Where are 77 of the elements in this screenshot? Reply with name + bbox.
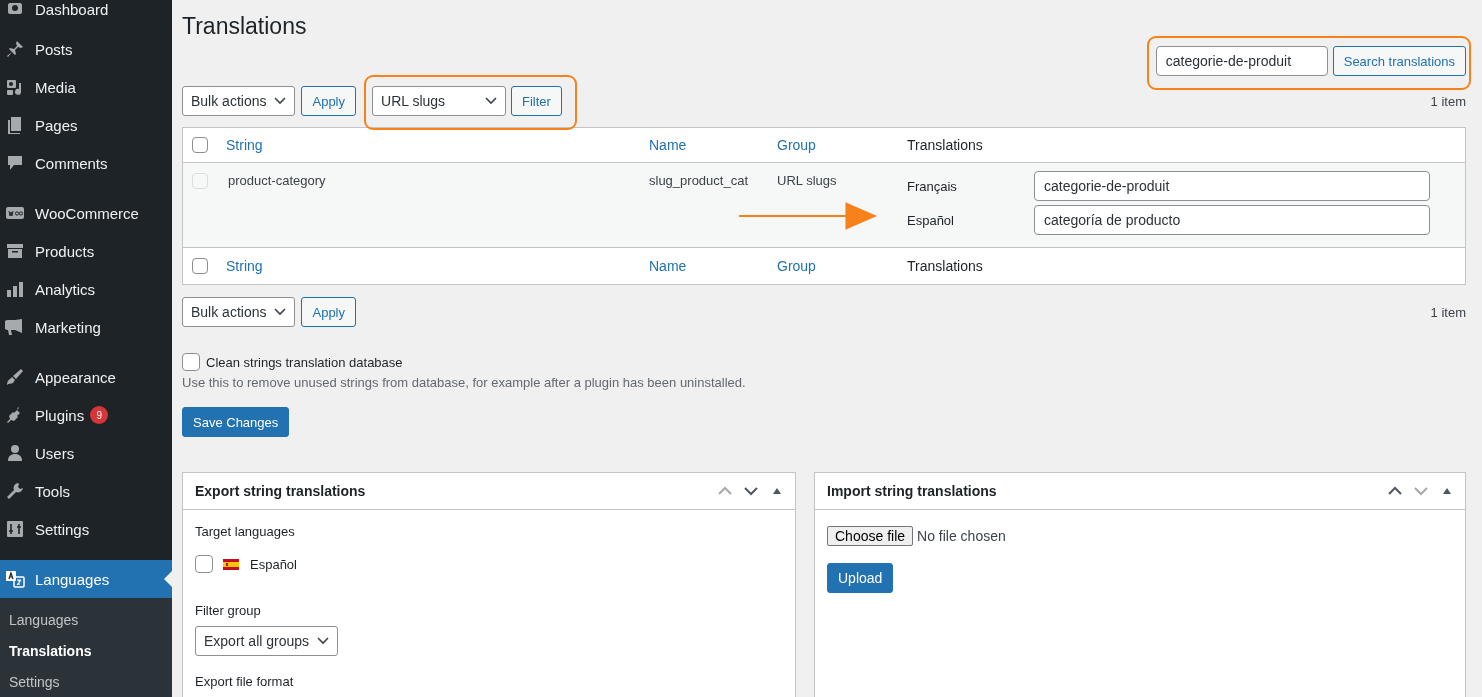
column-header[interactable]: Group (767, 258, 897, 274)
update-count-badge: 9 (90, 406, 109, 424)
select-all-checkbox[interactable] (191, 258, 208, 274)
sidebar-item[interactable]: Languages (0, 560, 172, 598)
pushpin-icon (5, 39, 25, 59)
column-header: Translations (906, 137, 984, 153)
translation-field[interactable]: categoría de producto (1034, 205, 1430, 235)
person-icon (5, 443, 25, 463)
select-all-checkbox[interactable] (191, 137, 208, 153)
wrench-icon (5, 481, 25, 501)
sidebar-item[interactable]: Comments (0, 144, 172, 182)
bulk-actions-dropdown[interactable]: Bulk actions (182, 86, 296, 116)
sidebar-item[interactable]: WooCommerce (0, 194, 172, 232)
filter-button[interactable]: Filter (511, 86, 562, 116)
checkbox[interactable] (195, 555, 213, 573)
search-translations-button[interactable]: Search translations (1332, 46, 1466, 76)
chevron-down-icon (317, 637, 330, 645)
sidebar-item[interactable]: Dashboard (0, 0, 172, 18)
sidebar-item[interactable]: Users (0, 434, 172, 472)
current-page-pointer (164, 571, 172, 587)
item-count: 1 item (1430, 304, 1466, 320)
sliders-icon (5, 519, 25, 539)
translation-field[interactable]: categorie-de-produit (1034, 171, 1430, 201)
field-label: Export file format (195, 674, 295, 689)
sidebar-item[interactable]: Plugins 9 (0, 396, 172, 434)
description-text: Use this to remove unused strings from database, for example after a plugin has been uninstalled. (182, 375, 747, 390)
field-label: Target languages (195, 524, 296, 539)
sidebar-item[interactable]: Analytics (0, 270, 172, 308)
panel-title: Export string translations (195, 483, 366, 499)
sidebar-item[interactable]: Products (0, 232, 172, 270)
language-label: Español (250, 556, 297, 572)
column-header[interactable]: Name (639, 137, 767, 153)
table-cell-text: URL slugs (776, 172, 838, 188)
sidebar-item[interactable]: Tools (0, 472, 172, 510)
column-header[interactable]: Name (639, 258, 767, 274)
checkbox-label: Clean strings translation database (206, 354, 403, 370)
archive-box-icon (5, 241, 25, 261)
table-cell-text: product-category (227, 172, 327, 188)
file-status-text: No file chosen (917, 528, 1006, 544)
submenu-item[interactable]: Settings (0, 667, 172, 697)
apply-button[interactable]: Apply (301, 297, 356, 327)
column-header[interactable]: String (216, 258, 639, 274)
sidebar-item[interactable]: Media (0, 68, 172, 106)
field-label: Filter group (195, 603, 262, 618)
table-cell-text: slug_product_cat (648, 172, 749, 188)
save-changes-button[interactable]: Save Changes (182, 407, 290, 437)
upload-button[interactable]: Upload (827, 563, 894, 593)
column-header: Translations (906, 258, 984, 274)
chevron-down-icon (274, 308, 287, 316)
apply-button[interactable]: Apply (301, 86, 356, 116)
sidebar-item[interactable]: Posts (0, 30, 172, 68)
panel-title: Import string translations (827, 483, 997, 499)
sidebar-item[interactable]: Pages (0, 106, 172, 144)
checkbox[interactable] (182, 353, 200, 371)
submenu-item[interactable]: Languages (0, 605, 172, 636)
submenu-item[interactable]: Translations (0, 636, 172, 667)
bar-chart-icon (5, 279, 25, 299)
sidebar-item[interactable]: Appearance (0, 358, 172, 396)
sidebar-item[interactable]: Settings (0, 510, 172, 548)
column-header[interactable]: String (216, 137, 639, 153)
language-label: Français (907, 178, 958, 194)
column-header[interactable]: Group (767, 137, 897, 153)
filter-group-dropdown[interactable]: Export all groups (195, 626, 339, 656)
search-field[interactable]: categorie-de-produit (1155, 46, 1328, 76)
row-checkbox[interactable] (191, 173, 208, 189)
choose-file-button[interactable]: Choose file (827, 526, 914, 546)
bulk-actions-dropdown[interactable]: Bulk actions (182, 297, 296, 327)
language-label: Español (907, 212, 955, 228)
item-count: 1 item (1430, 93, 1466, 109)
chevron-down-icon (485, 97, 497, 105)
page-title: Translations (182, 12, 307, 41)
megaphone-icon (5, 317, 25, 337)
group-filter-dropdown[interactable]: URL slugs (372, 86, 506, 116)
paintbrush-icon (5, 367, 25, 387)
sidebar-item[interactable]: Marketing (0, 308, 172, 346)
chevron-down-icon (274, 97, 287, 105)
flag-icon (223, 558, 239, 570)
